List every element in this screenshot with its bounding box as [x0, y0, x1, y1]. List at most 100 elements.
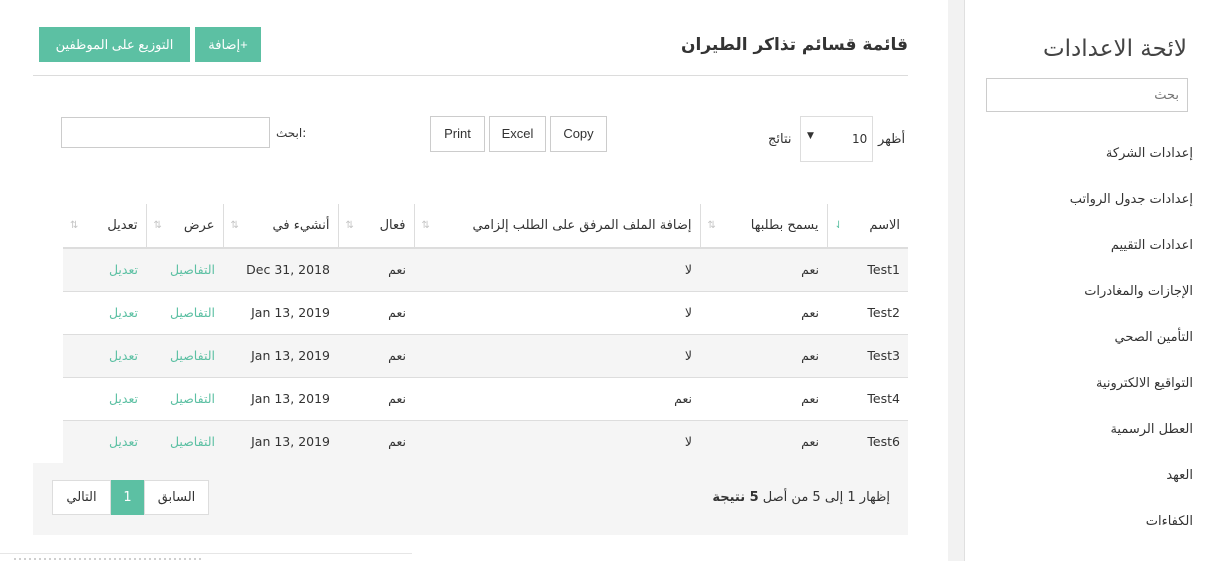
previous-page-button[interactable]: السابق: [144, 480, 209, 515]
show-label: أظهر: [878, 132, 906, 147]
cell-active: نعم: [338, 247, 414, 291]
table-footer: إظهار 1 إلى 5 من أصل 5 نتيجة التالي 1 ال…: [33, 463, 908, 535]
next-page-button[interactable]: التالي: [52, 480, 111, 515]
column-header-label: الاسم: [869, 218, 900, 233]
column-header-attachment[interactable]: إضافة الملف المرفق على الطلب إلزامي ⇅: [414, 204, 701, 249]
edit-link[interactable]: تعديل: [109, 434, 138, 449]
column-header-name[interactable]: الاسم ⇃: [827, 204, 908, 249]
cell-attachment: لا: [414, 247, 700, 291]
cell-created: Jan 13, 2019: [223, 333, 338, 377]
sort-icon: ⇅: [707, 220, 716, 231]
cell-allowed: نعم: [700, 376, 827, 420]
sidebar-item-custody[interactable]: العهد: [1166, 468, 1193, 483]
cell-created: Jan 13, 2019: [223, 290, 338, 334]
cell-name: Test2: [827, 290, 908, 334]
cell-attachment: لا: [414, 290, 700, 334]
sidebar-item-holidays[interactable]: العطل الرسمية: [1110, 422, 1193, 437]
table-header-row: الاسم ⇃ يسمح بطلبها ⇅ إضافة الملف المرفق ع…: [63, 204, 908, 249]
cell-allowed: نعم: [700, 333, 827, 377]
column-header-created[interactable]: أنشيء في ⇅: [223, 204, 339, 249]
cell-active: نعم: [338, 419, 414, 463]
cell-edit: تعديل: [63, 419, 146, 463]
details-link[interactable]: التفاصيل: [170, 348, 215, 363]
cell-allowed: نعم: [700, 247, 827, 291]
column-header-label: يسمح بطلبها: [750, 218, 819, 233]
bottom-strip: [0, 553, 412, 561]
sidebar-title: لائحة الاعدادات: [1043, 36, 1187, 62]
tickets-table: الاسم ⇃ يسمح بطلبها ⇅ إضافة الملف المرفق ع…: [63, 204, 908, 463]
edit-link[interactable]: تعديل: [109, 348, 138, 363]
sidebar-item-evaluation-settings[interactable]: اعدادات التقييم: [1111, 238, 1193, 253]
table-search-input[interactable]: [61, 117, 270, 148]
cell-allowed: نعم: [700, 419, 827, 463]
cell-active: نعم: [338, 376, 414, 420]
table-info: إظهار 1 إلى 5 من أصل 5 نتيجة: [712, 490, 890, 505]
dropdown-arrow-icon: ▼: [807, 131, 814, 141]
cell-created: Dec 31, 2018: [223, 247, 338, 291]
sort-icon: ⇅: [70, 220, 79, 231]
settings-sidebar: لائحة الاعدادات إعدادات الشركة إعدادات ج…: [966, 0, 1205, 561]
cell-edit: تعديل: [63, 290, 146, 334]
cell-attachment: نعم: [414, 376, 700, 420]
cell-created: Jan 13, 2019: [223, 376, 338, 420]
cell-active: نعم: [338, 290, 414, 334]
sidebar-item-e-signatures[interactable]: التواقيع الالكترونية: [1096, 376, 1193, 391]
table-row: Test1 نعم لا نعم Dec 31, 2018 التفاصيل ت…: [63, 247, 908, 291]
column-header-allowed[interactable]: يسمح بطلبها ⇅: [700, 204, 828, 249]
table-info-total: 5 نتيجة: [712, 490, 759, 505]
edit-link[interactable]: تعديل: [109, 262, 138, 277]
cell-view: التفاصيل: [146, 419, 223, 463]
table-row: Test2 نعم لا نعم Jan 13, 2019 التفاصيل ت…: [63, 290, 908, 334]
search-label: ابحث:: [276, 126, 307, 140]
sidebar-item-leaves[interactable]: الإجازات والمغادرات: [1084, 284, 1193, 299]
details-link[interactable]: التفاصيل: [170, 434, 215, 449]
column-header-active[interactable]: فعال ⇅: [338, 204, 415, 249]
page-1-button[interactable]: 1: [111, 480, 144, 515]
details-link[interactable]: التفاصيل: [170, 262, 215, 277]
cell-edit: تعديل: [63, 333, 146, 377]
sort-icon: ⇅: [345, 220, 354, 231]
cell-created: Jan 13, 2019: [223, 419, 338, 463]
sort-icon: ⇅: [421, 220, 430, 231]
excel-button[interactable]: Excel: [489, 116, 546, 152]
cell-allowed: نعم: [700, 290, 827, 334]
column-header-label: تعديل: [107, 218, 138, 233]
column-header-view[interactable]: عرض ⇅: [146, 204, 224, 249]
cell-view: التفاصيل: [146, 247, 223, 291]
cell-name: Test4: [827, 376, 908, 420]
distribute-to-employees-button[interactable]: التوزيع على الموظفين: [39, 27, 190, 62]
sidebar-item-health-insurance[interactable]: التأمين الصحي: [1115, 330, 1193, 345]
edit-link[interactable]: تعديل: [109, 391, 138, 406]
sidebar-item-company-settings[interactable]: إعدادات الشركة: [1106, 146, 1193, 161]
add-button[interactable]: إضافة+: [195, 27, 261, 62]
strip-pattern: [14, 558, 204, 560]
table-info-prefix: إظهار 1 إلى 5 من أصل: [762, 490, 890, 505]
sidebar-item-competencies[interactable]: الكفاءات: [1146, 514, 1193, 529]
column-header-label: فعال: [379, 218, 406, 233]
column-header-label: أنشيء في: [272, 218, 330, 233]
cell-attachment: لا: [414, 333, 700, 377]
details-link[interactable]: التفاصيل: [170, 305, 215, 320]
print-button[interactable]: Print: [430, 116, 485, 152]
details-link[interactable]: التفاصيل: [170, 391, 215, 406]
sort-icon: ⇅: [230, 220, 239, 231]
entries-label: نتائج: [768, 132, 792, 147]
edit-link[interactable]: تعديل: [109, 305, 138, 320]
pagination: التالي 1 السابق: [52, 480, 209, 515]
cell-view: التفاصيل: [146, 376, 223, 420]
column-header-edit[interactable]: تعديل ⇅: [63, 204, 147, 249]
copy-button[interactable]: Copy: [550, 116, 607, 152]
page-length-select[interactable]: 10 ▼: [800, 116, 873, 162]
sort-icon: ⇅: [153, 220, 162, 231]
page-length-value: 10: [852, 132, 868, 146]
table-row: Test3 نعم لا نعم Jan 13, 2019 التفاصيل ت…: [63, 333, 908, 377]
sidebar-search-input[interactable]: [986, 78, 1188, 112]
table-row: Test6 نعم لا نعم Jan 13, 2019 التفاصيل ت…: [63, 419, 908, 463]
cell-attachment: لا: [414, 419, 700, 463]
main-content: التوزيع على الموظفين إضافة+ قائمة قسائم …: [0, 0, 948, 561]
sidebar-item-payroll-settings[interactable]: إعدادات جدول الرواتب: [1070, 192, 1193, 207]
cell-view: التفاصيل: [146, 290, 223, 334]
cell-name: Test6: [827, 419, 908, 463]
cell-view: التفاصيل: [146, 333, 223, 377]
cell-name: Test3: [827, 333, 908, 377]
